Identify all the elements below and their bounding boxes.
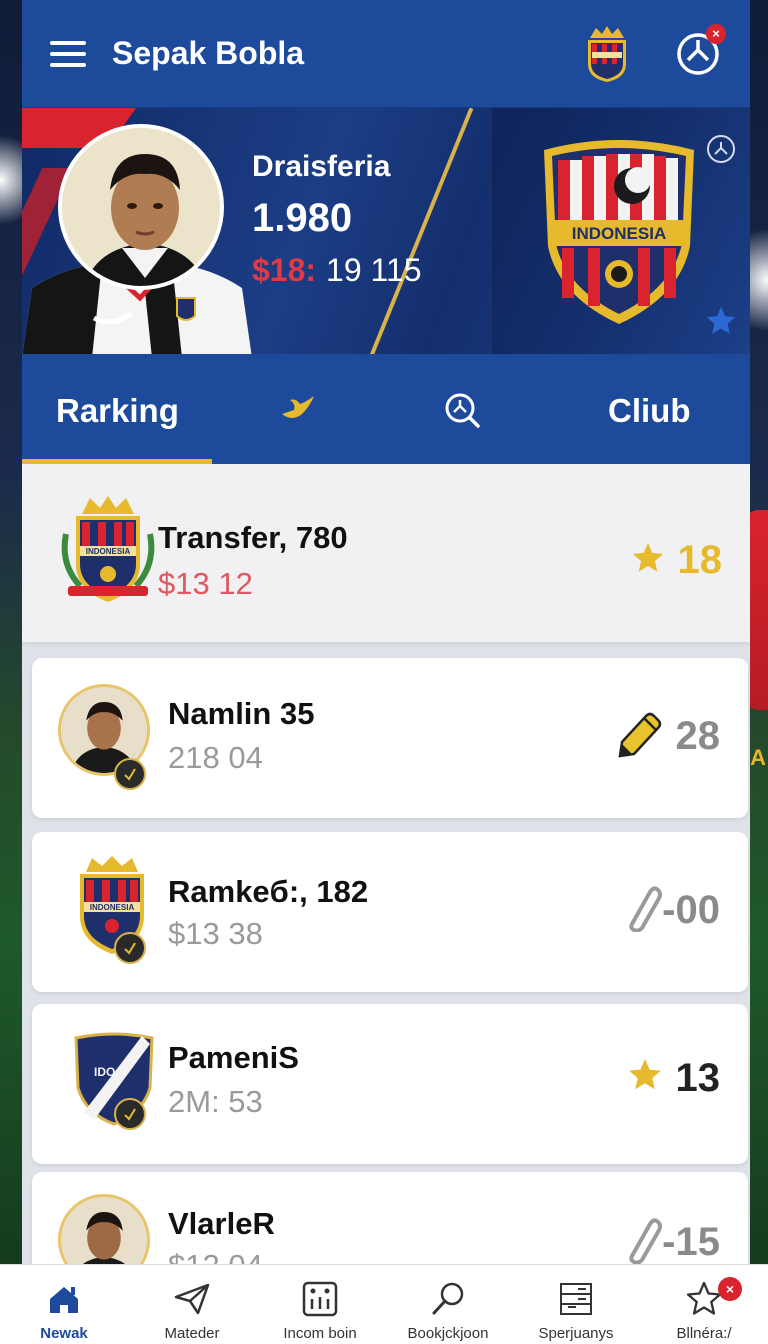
list-item[interactable]: INDONESIA Ramkeб:, 182 $13 38 -00 [32,832,748,992]
nav-label: Bookjckjoon [407,1325,489,1342]
crest-text: INDONESIA [90,903,135,912]
nav-item-home[interactable]: Newak [0,1265,128,1344]
hero-player-score: 1.980 [252,196,353,240]
nav-item-bllnera[interactable]: × Bllnéra:/ [640,1265,768,1344]
nav-label: Bllnéra:/ [676,1325,732,1342]
list-item[interactable]: Namlin 35 218 04 28 [32,658,748,818]
list-icon [560,1283,592,1315]
indonesia-crest-icon: INDONESIA [544,140,694,324]
paperclip-icon [629,886,662,932]
nav-item-sperjuanys[interactable]: Sperjuanys [512,1265,640,1344]
value-number: 15 [675,1220,721,1264]
hero-stat-red: $18: [252,252,317,288]
nav-item-incom-boin[interactable]: Incom boin [256,1265,384,1344]
magnifier-icon [432,1282,464,1315]
nav-label: Mateder [164,1325,220,1342]
list-item-title: VlarleR [168,1206,275,1241]
hero-player-stat: $18: 19 115 [252,252,422,289]
list-item-title: Ramkeб:, 182 [168,874,369,909]
badge-text: IDO [94,1065,115,1079]
list-item-title: Namlin 35 [168,696,315,731]
value-prefix: - [662,888,676,932]
nav-label: Sperjuanys [538,1325,614,1342]
value-prefix: - [662,1220,676,1264]
list-item-subtitle: 218 04 [168,740,263,775]
list-item-subtitle: $13 38 [168,916,263,951]
paperclip-icon [629,1218,662,1264]
club-crest-icon: INDONESIA [61,496,155,602]
stadium-light-left [0,120,22,240]
crest-text: INDONESIA [86,547,131,556]
nav-item-bookjckjoon[interactable]: Bookjckjoon [384,1265,512,1344]
background-flag-text: A [750,745,766,770]
list-item[interactable]: IDO PameniS 2M: 53 13 [32,1004,748,1164]
list-item[interactable]: INDONESIA Transfer, 780 $13 12 18 [22,464,750,642]
nav-notification-badge: × [718,1277,742,1301]
nav-item-mateder[interactable]: Mateder [128,1265,256,1344]
nav-label: Newak [40,1325,88,1342]
badge-icon [114,932,146,964]
list-item-value: 13 [675,1056,721,1100]
avatar [58,1194,150,1264]
stadium-light-right [748,210,768,350]
app-panel: Sepak Bobla × Draisferia 1.980 $18: 19 1… [22,0,750,1344]
list-item-subtitle: $12 04 [168,1248,263,1264]
star-icon [706,306,736,334]
bird-icon[interactable] [278,392,318,428]
top-bar: Sepak Bobla × [22,0,750,108]
tab-bar: Rarking Cliub [22,354,750,464]
club-crest-icon[interactable] [582,24,632,84]
player-hero-card[interactable]: Draisferia 1.980 $18: 19 115 INDONESIA [22,108,750,354]
player-avatar [58,124,224,290]
list-item-subtitle: $13 12 [158,566,253,601]
value-number: 00 [675,888,721,932]
list-item-subtitle: 2M: 53 [168,1084,263,1119]
tab-ranking[interactable]: Rarking [56,392,179,430]
hero-player-name: Draisferia [252,150,391,183]
ranking-list: INDONESIA Transfer, 780 $13 12 18 Namlin… [22,464,750,1264]
star-icon [629,1059,661,1090]
list-item-title: Transfer, 780 [158,520,348,555]
nav-label: Incom boin [283,1325,357,1342]
hero-divider [364,108,474,354]
pencil-icon [618,712,662,758]
paper-plane-icon [174,1283,210,1315]
list-item-title: PameniS [168,1040,299,1075]
bottom-navigation: Newak Mateder Incom boin Bookjckjoon Spe… [0,1264,768,1344]
list-item-value: 28 [675,714,721,758]
badge-icon [114,1098,146,1130]
star-icon [633,543,663,572]
home-icon [50,1287,78,1313]
notification-button[interactable]: × [674,23,726,78]
list-item-value: -00 [662,888,720,933]
soccer-ball-icon[interactable] [706,134,736,164]
hero-stat-value: 19 115 [326,252,422,288]
notification-badge: × [706,23,726,44]
app-title: Sepak Bobla [112,35,305,71]
tab-club[interactable]: Cliub [608,392,690,430]
list-item-value: 18 [677,538,723,582]
crest-text: INDONESIA [572,224,666,243]
search-ball-icon[interactable] [442,390,482,430]
list-item[interactable]: VlarleR $12 04 -15 [32,1172,748,1264]
hamburger-icon[interactable] [50,40,86,67]
list-item-value: -15 [662,1220,720,1264]
badge-icon [114,758,146,790]
scoreboard-icon [302,1281,338,1317]
